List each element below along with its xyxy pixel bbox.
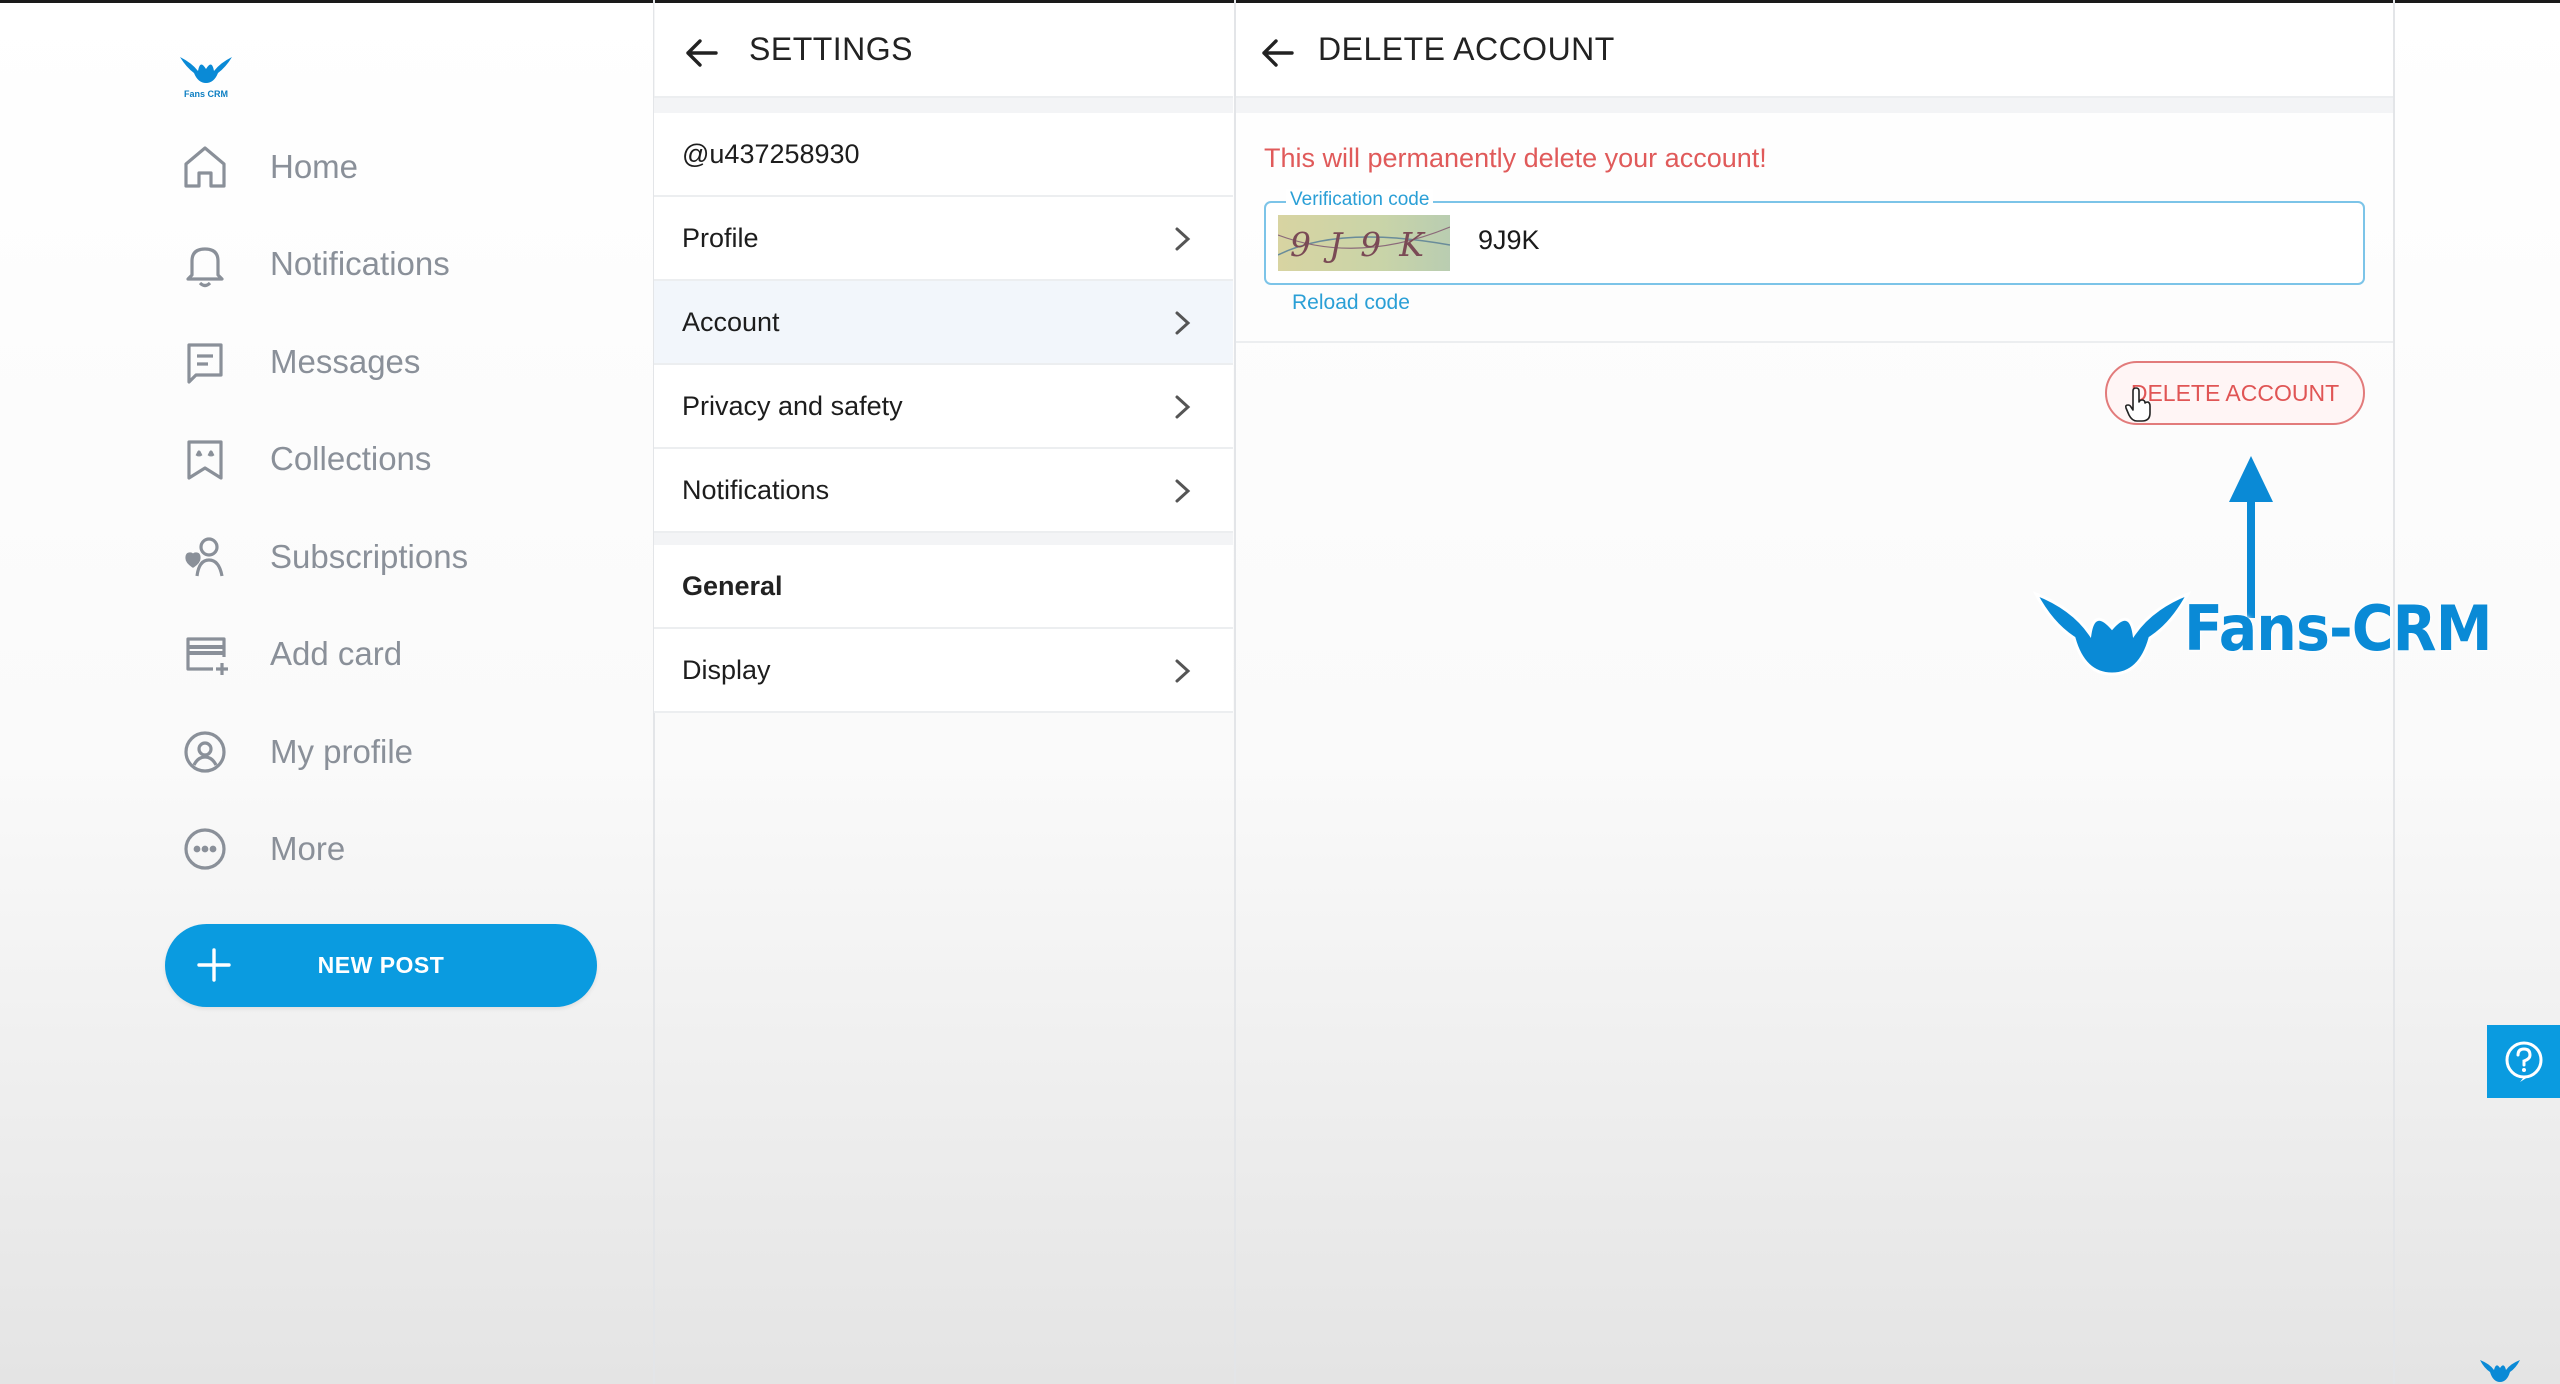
nav-messages[interactable]: Messages [176,327,596,397]
bell-icon [176,235,234,293]
nav-my-profile-label: My profile [270,733,414,770]
new-post-label: NEW POST [317,952,445,978]
settings-item-label: Profile [682,222,759,253]
back-arrow-icon[interactable] [1258,33,1298,73]
nav-add-card-label: Add card [270,635,403,672]
hand-cursor-icon [2124,387,2151,422]
nav-subscriptions[interactable]: Subscriptions [176,522,596,592]
username: @u437258930 [682,138,860,169]
settings-title: SETTINGS [749,31,914,67]
spacer [1236,98,2393,113]
captcha-text: 9J9K [1290,225,1442,264]
reload-code-link[interactable]: Reload code [1292,291,1410,315]
section-divider [1236,341,2393,343]
nav-notifications[interactable]: Notifications [176,229,596,299]
settings-item-label: Notifications [682,474,830,505]
settings-item-display[interactable]: Display [654,629,1233,713]
help-icon [2505,1041,2542,1082]
chevron-right-icon [1175,479,1191,503]
settings-panel: SETTINGS @u437258930 Profile Account Pri… [654,3,1233,1384]
nav-add-card[interactable]: Add card [176,619,596,689]
bookmark-icon [176,430,234,488]
verification-field[interactable]: Verification code 9J9K [1264,189,2365,285]
delete-warning: This will permanently delete your accoun… [1264,143,1767,173]
settings-item-notifications[interactable]: Notifications [654,449,1233,533]
brand-logo[interactable]: Fans CRM [176,53,236,101]
nav-my-profile[interactable]: My profile [176,717,596,787]
delete-account-header: DELETE ACCOUNT [1236,3,2393,98]
settings-item-label: Privacy and safety [682,390,903,421]
settings-item-account[interactable]: Account [654,281,1233,365]
nav-collections[interactable]: Collections [176,424,596,494]
nav-messages-label: Messages [270,343,421,380]
settings-item-label: Display [682,654,771,685]
fans-crm-watermark: Fans-CRM [2184,592,2492,665]
spacer [654,98,1233,113]
nav-subscriptions-label: Subscriptions [270,538,469,575]
user-heart-icon [176,528,234,586]
general-section-header: General [654,545,1233,629]
delete-account-panel: DELETE ACCOUNT This will permanently del… [1236,3,2393,1384]
nav-notifications-label: Notifications [270,245,450,282]
nav-more-label: More [270,830,346,867]
nav-home-label: Home [270,148,359,185]
message-icon [176,333,234,391]
nav-more[interactable]: More [176,814,596,884]
corner-bird-icon [2480,1360,2520,1382]
bird-logo-icon [180,57,232,83]
chevron-right-icon [1175,395,1191,419]
verification-input[interactable] [1478,225,2338,256]
settings-item-label: Account [682,306,780,337]
home-icon [176,138,234,196]
brand-logo-text: Fans CRM [183,89,228,99]
profile-icon [176,723,234,781]
back-arrow-icon[interactable] [682,33,722,73]
chevron-right-icon [1175,311,1191,335]
settings-item-profile[interactable]: Profile [654,197,1233,281]
settings-header: SETTINGS [654,3,1233,98]
chevron-right-icon [1175,227,1191,251]
more-icon [176,820,234,878]
new-post-button[interactable]: NEW POST [165,924,597,1007]
delete-account-title: DELETE ACCOUNT [1318,31,1615,67]
help-button[interactable] [2487,1025,2560,1098]
card-add-icon [176,625,234,683]
main-sidebar: Fans CRM Home Notifications Messages Col… [0,3,653,1384]
verification-label: Verification code [1286,189,1434,211]
general-section-title: General [682,570,783,601]
spacer [654,533,1233,545]
fans-crm-bird-icon [2032,591,2192,676]
settings-item-privacy[interactable]: Privacy and safety [654,365,1233,449]
captcha-image: 9J9K [1278,215,1450,271]
username-row: @u437258930 [654,113,1233,197]
nav-collections-label: Collections [270,440,432,477]
column-divider [2393,0,2395,1384]
chevron-right-icon [1175,659,1191,683]
nav-home[interactable]: Home [176,132,596,202]
